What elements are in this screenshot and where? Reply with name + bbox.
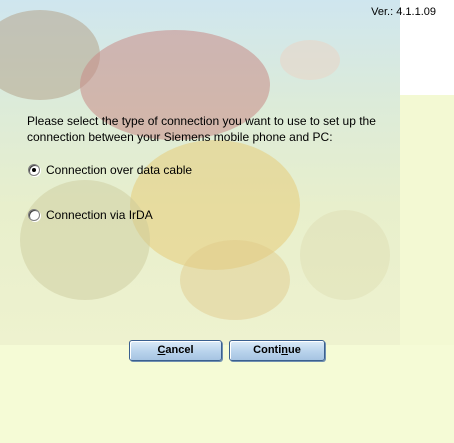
continue-button[interactable]: Continue — [229, 340, 325, 361]
continue-label-pre: Conti — [253, 344, 282, 356]
background-shape — [20, 180, 150, 300]
option-irda[interactable]: Connection via IrDA — [28, 208, 153, 222]
radio-data-cable[interactable] — [28, 164, 40, 176]
radio-irda[interactable] — [28, 209, 40, 221]
background-shape — [180, 240, 290, 320]
background-shape — [300, 210, 390, 300]
background-bottom — [0, 345, 454, 443]
background-shape — [280, 40, 340, 80]
connection-prompt: Please select the type of connection you… — [27, 114, 376, 144]
continue-label-post: ue — [288, 344, 301, 356]
cancel-button[interactable]: Cancel — [129, 340, 222, 361]
cancel-label-post: ancel — [165, 344, 194, 356]
continue-label-accel: n — [281, 344, 288, 356]
option-data-cable[interactable]: Connection over data cable — [28, 163, 192, 177]
option-data-cable-label[interactable]: Connection over data cable — [46, 163, 192, 177]
option-irda-label[interactable]: Connection via IrDA — [46, 208, 153, 222]
version-label: Ver.: 4.1.1.09 — [371, 6, 436, 18]
background-strip — [400, 95, 454, 345]
